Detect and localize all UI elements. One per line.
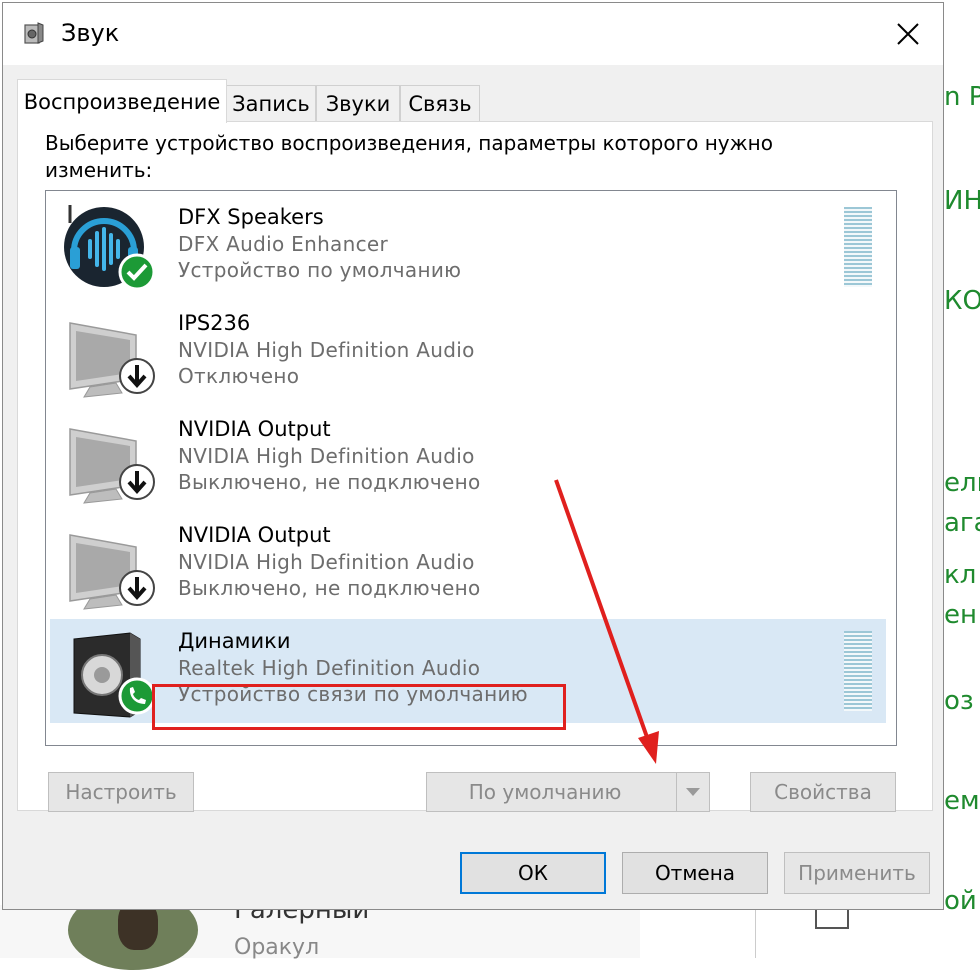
close-icon (897, 23, 919, 45)
bg-text-fragment: оз (944, 686, 974, 716)
volume-meter (844, 631, 872, 711)
bg-text-fragment: ен (944, 600, 977, 630)
tab-playback[interactable]: Воспроизведение (17, 79, 227, 123)
disabled-arrow-icon (119, 358, 155, 394)
device-status: Выключено, не подключено (178, 470, 481, 494)
disabled-arrow-icon (119, 570, 155, 606)
properties-button[interactable]: Свойства (750, 772, 896, 812)
device-name: Динамики (178, 629, 291, 653)
set-default-dropdown[interactable] (676, 773, 709, 811)
chevron-down-icon (686, 788, 700, 796)
bg-text-fragment: ИН (944, 186, 980, 216)
bg-text-fragment: ага (944, 508, 980, 538)
cancel-button[interactable]: Отмена (622, 852, 768, 894)
tab-recording[interactable]: Запись (226, 85, 316, 121)
bg-text-fragment: n P (944, 82, 980, 112)
window-title: Звук (61, 19, 120, 47)
instruction-text: Выберите устройство воспроизведения, пар… (45, 131, 773, 182)
device-name: NVIDIA Output (178, 417, 331, 441)
disabled-arrow-icon (119, 464, 155, 500)
device-status: Отключено (178, 364, 300, 388)
device-name: NVIDIA Output (178, 523, 331, 547)
device-status: Выключено, не подключено (178, 576, 481, 600)
bg-text-fragment: ой (944, 886, 977, 916)
bg-text-fragment: КОВ (944, 286, 980, 316)
device-status: Устройство по умолчанию (178, 258, 462, 282)
device-driver: NVIDIA High Definition Audio (178, 444, 475, 468)
bg-text-fragment: ем (944, 786, 980, 816)
annotation-highlight-box (152, 684, 566, 730)
tab-sounds[interactable]: Звуки (316, 85, 400, 121)
default-check-icon (118, 253, 156, 291)
ok-button[interactable]: ОК (460, 852, 606, 894)
tab-communications[interactable]: Связь (400, 85, 480, 121)
device-driver: DFX Audio Enhancer (178, 232, 389, 256)
set-default-label: По умолчанию (468, 780, 622, 804)
close-button[interactable] (883, 11, 933, 57)
device-driver: Realtek High Definition Audio (178, 656, 481, 680)
bg-user-subtitle: Оракул (234, 935, 320, 960)
device-driver: NVIDIA High Definition Audio (178, 550, 475, 574)
bg-text-fragment: ель (944, 468, 980, 498)
volume-meter (844, 207, 872, 287)
phone-icon (118, 677, 156, 715)
apply-button[interactable]: Применить (784, 852, 930, 894)
device-item[interactable]: NVIDIA Output NVIDIA High Definition Aud… (50, 407, 886, 511)
configure-button[interactable]: Настроить (48, 772, 194, 812)
speaker-app-icon (24, 22, 44, 44)
device-item[interactable]: DFX Speakers DFX Audio Enhancer Устройст… (50, 195, 886, 299)
device-item[interactable]: NVIDIA Output NVIDIA High Definition Aud… (50, 513, 886, 617)
bg-divider (755, 905, 756, 958)
bg-text-fragment: кл (944, 560, 977, 590)
device-list[interactable]: DFX Speakers DFX Audio Enhancer Устройст… (45, 190, 897, 746)
title-bar: Звук (3, 3, 943, 65)
device-name: IPS236 (178, 311, 251, 335)
device-driver: NVIDIA High Definition Audio (178, 338, 475, 362)
device-item[interactable]: IPS236 NVIDIA High Definition Audio Откл… (50, 301, 886, 405)
device-name: DFX Speakers (178, 205, 324, 229)
set-default-split-button[interactable]: По умолчанию (426, 772, 710, 812)
